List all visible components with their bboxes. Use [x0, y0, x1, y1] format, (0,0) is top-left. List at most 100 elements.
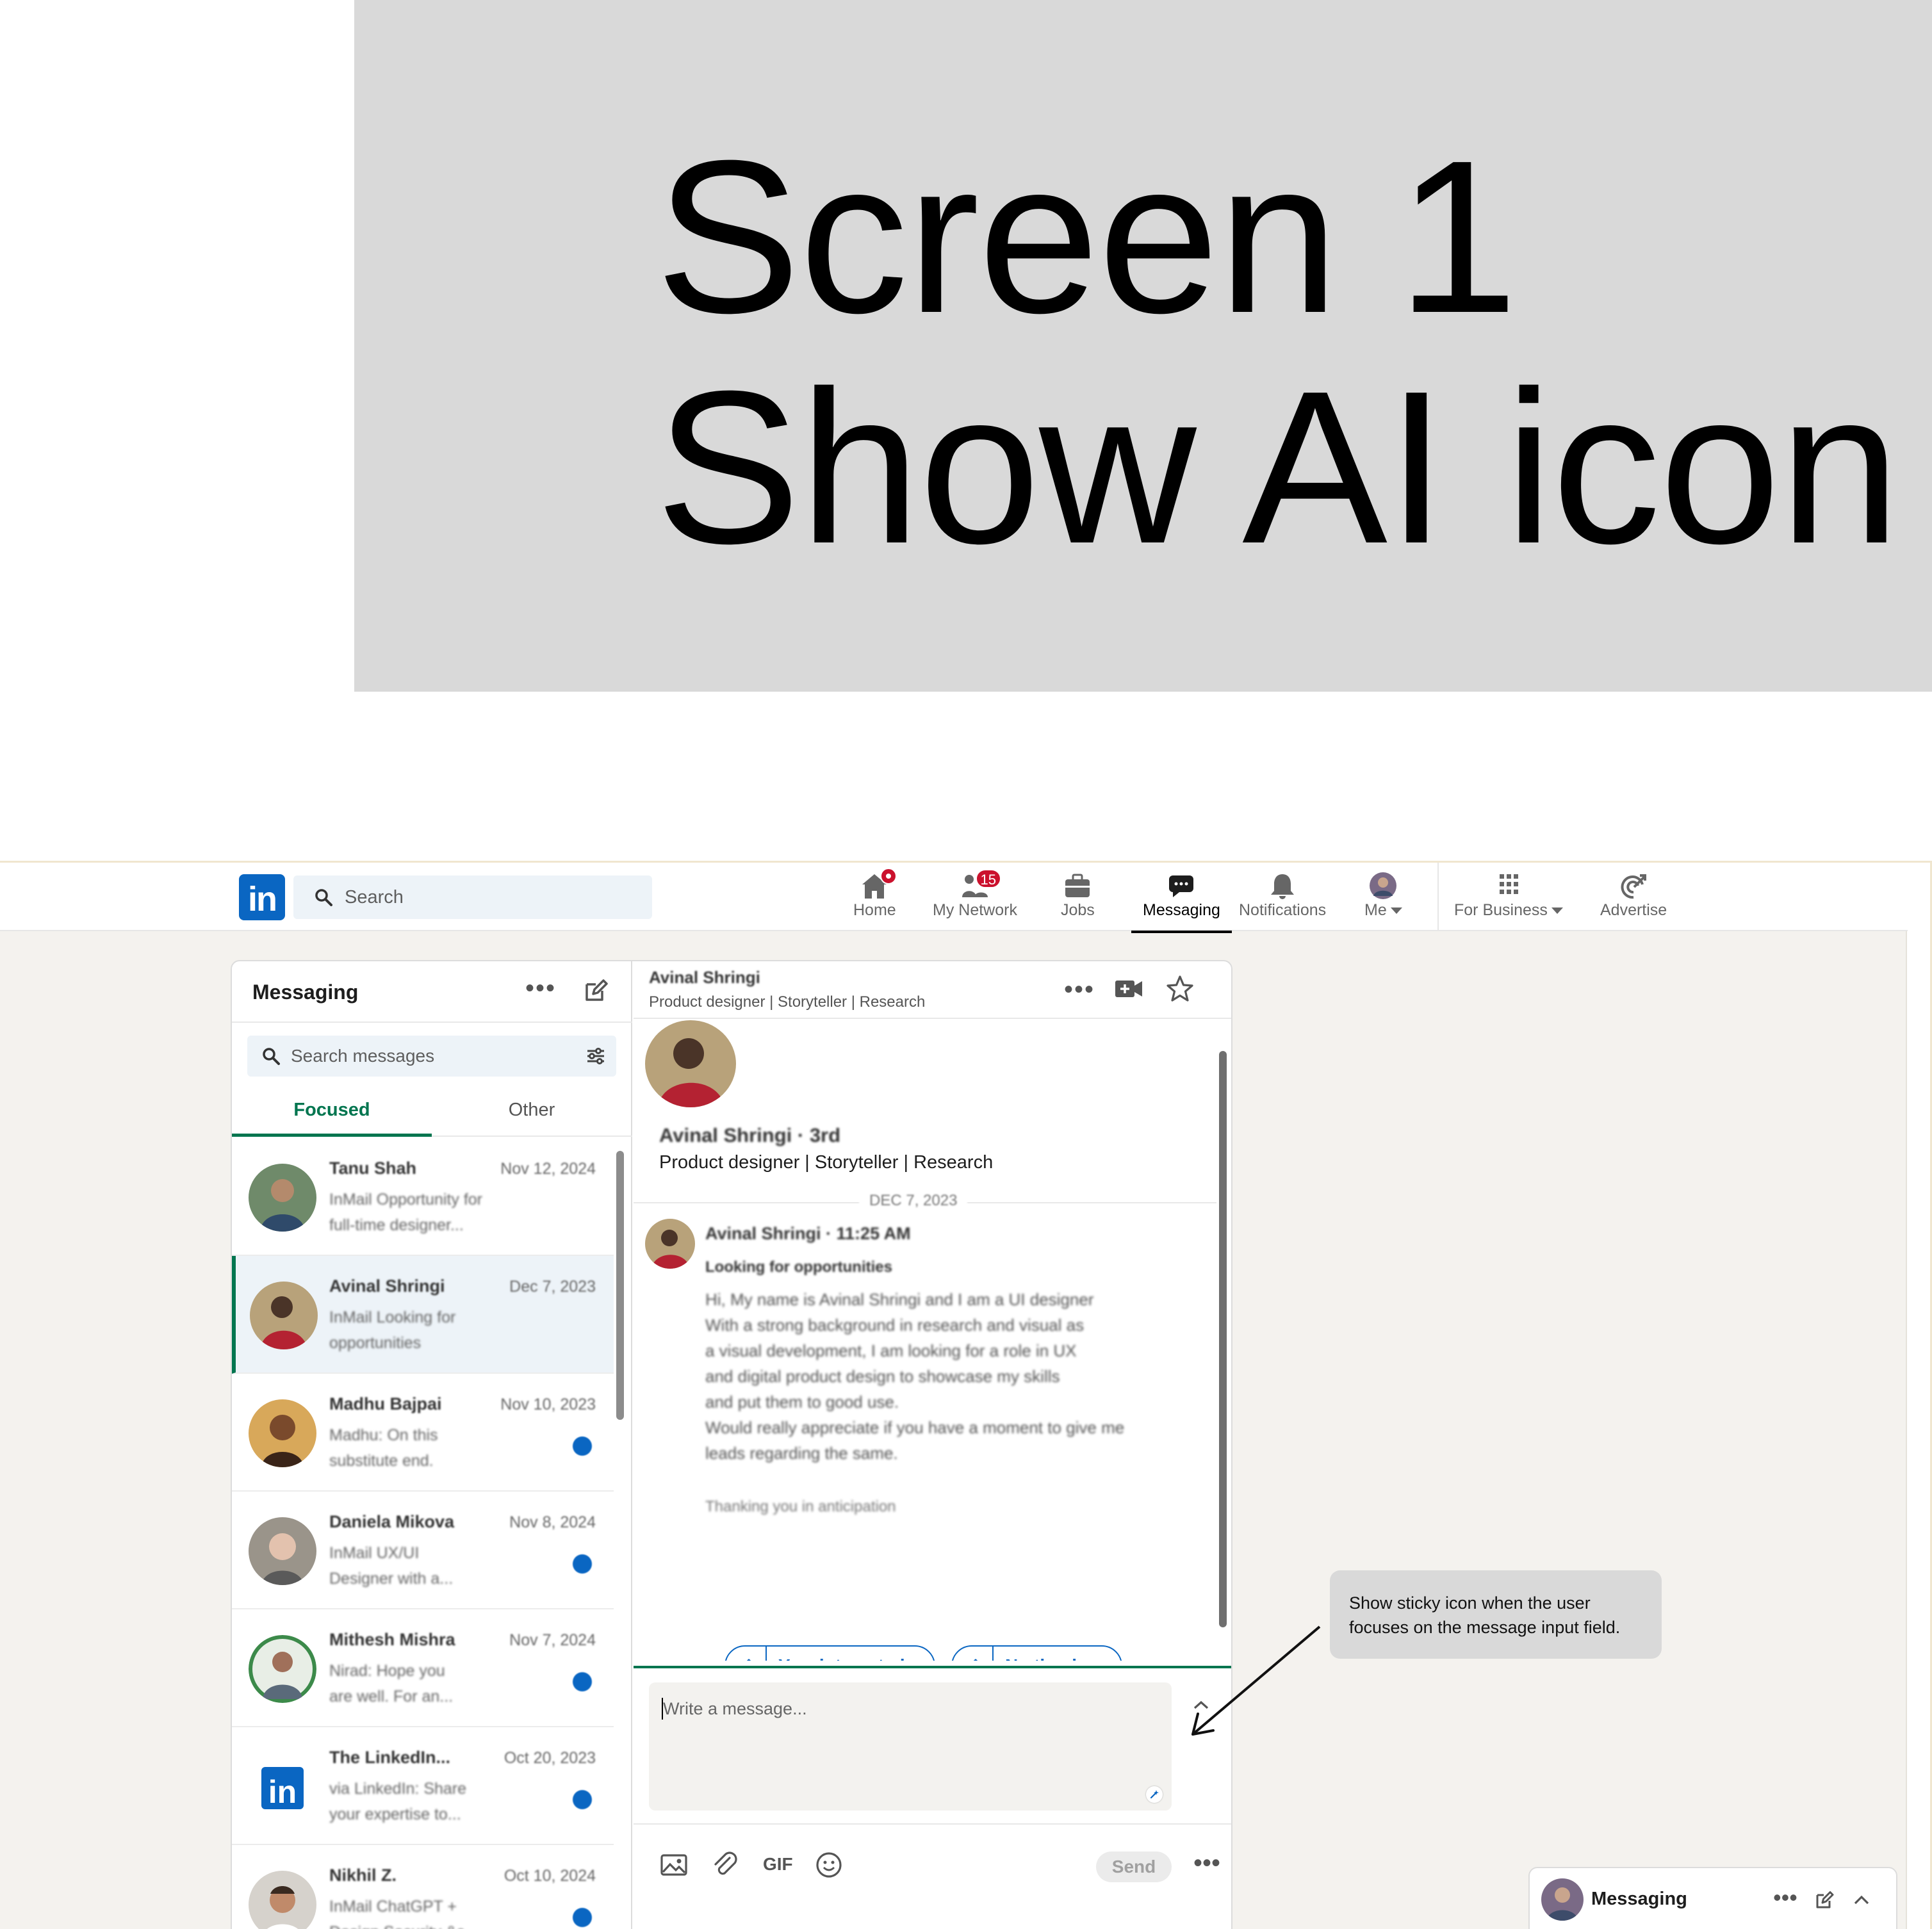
messaging-icon — [1167, 872, 1196, 900]
star-icon[interactable] — [1165, 974, 1195, 1004]
send-button[interactable]: Send — [1096, 1852, 1172, 1882]
nav-home[interactable]: Home — [853, 868, 897, 928]
smart-reply-yes-button[interactable]: Yes, interested... — [724, 1645, 935, 1661]
network-badge: 15 — [975, 869, 1001, 888]
nav-my-network-label: My Network — [933, 901, 1017, 919]
video-call-icon[interactable] — [1114, 974, 1143, 1004]
unread-badge — [573, 1672, 592, 1691]
app-frame: in Search Home 15 My Network Jobs Messag… — [0, 861, 1932, 1929]
message-signature: Thanking you in anticipation — [705, 1498, 896, 1515]
conversation-item[interactable]: in The LinkedIn... Oct 20, 2023 via Link… — [232, 1727, 614, 1845]
message-body: Hi, My name is Avinal Shringi and I am a… — [705, 1290, 1125, 1463]
filter-icon[interactable] — [585, 1046, 606, 1066]
unread-badge — [573, 1908, 592, 1927]
conversation-list-pane: Messaging ••• Search messages Focused Ot… — [232, 961, 632, 1929]
more-options-icon[interactable]: ••• — [1193, 1850, 1220, 1876]
unread-badge — [573, 1437, 592, 1456]
nav-jobs[interactable]: Jobs — [1061, 869, 1095, 928]
profile-name[interactable]: Avinal Shringi · 3rd — [659, 1124, 840, 1147]
nav-advertise-label: Advertise — [1600, 901, 1667, 919]
message-thread: Avinal Shringi · 3rd Product designer | … — [634, 1020, 1216, 1661]
chevron-up-icon[interactable] — [1851, 1890, 1872, 1910]
search-messages-placeholder: Search messages — [291, 1046, 435, 1066]
nav-messaging[interactable]: Messaging — [1131, 869, 1232, 933]
title-line-1: Screen 1 — [655, 115, 1518, 359]
svg-text:in: in — [268, 1774, 297, 1810]
conversation-item-selected[interactable]: Avinal Shringi Dec 7, 2023 InMail Lookin… — [232, 1256, 614, 1374]
title-card: Screen 1 Show AI icon — [354, 0, 1932, 692]
search-icon — [314, 888, 333, 907]
date-separator: DEC 7, 2023 — [634, 1189, 1216, 1215]
conversation-name: Daniela Mikova — [329, 1512, 455, 1531]
nav-advertise[interactable]: Advertise — [1600, 869, 1667, 928]
emoji-icon[interactable] — [814, 1850, 844, 1880]
briefcase-icon — [1063, 872, 1092, 900]
avatar — [1541, 1878, 1584, 1921]
conversation-name: Nikhil Z. — [329, 1866, 397, 1885]
unread-badge — [573, 1790, 592, 1809]
tab-other[interactable]: Other — [432, 1087, 632, 1137]
conversation-date: Dec 7, 2023 — [509, 1278, 596, 1296]
avatar[interactable] — [645, 1219, 695, 1269]
page-scrollbar[interactable] — [1906, 863, 1930, 1929]
avatar — [249, 1517, 316, 1585]
title-line-2: Show AI icon — [655, 346, 1901, 589]
nav-notifications[interactable]: Notifications — [1239, 869, 1326, 928]
linkedin-logo-icon: in — [255, 1761, 310, 1816]
smart-replies: Yes, interested... No thanks... — [634, 1645, 1216, 1661]
conversation-item[interactable]: Mithesh Mishra Nov 7, 2024 Nirad: Hope y… — [232, 1609, 614, 1727]
nav-me[interactable]: Me — [1364, 869, 1402, 928]
more-options-icon[interactable]: ••• — [1064, 977, 1095, 1002]
message-sender: Avinal Shringi · 11:25 AM — [705, 1224, 911, 1243]
compose-icon[interactable] — [583, 978, 609, 1004]
date-separator-text: DEC 7, 2023 — [859, 1192, 968, 1210]
conversation-header-subtitle: Product designer | Storyteller | Researc… — [649, 993, 926, 1011]
conversation-header-name[interactable]: Avinal Shringi — [649, 968, 760, 988]
messaging-dock[interactable]: Messaging ••• — [1528, 1867, 1897, 1929]
advertise-icon — [1619, 872, 1648, 900]
conversation-item[interactable]: Nikhil Z. Oct 10, 2024 InMail ChatGPT +D… — [232, 1845, 614, 1929]
home-icon — [860, 868, 897, 900]
thread-scrollbar[interactable] — [1219, 1051, 1227, 1627]
tab-focused[interactable]: Focused — [232, 1087, 432, 1137]
nav-messaging-label: Messaging — [1143, 901, 1220, 919]
me-avatar — [1368, 872, 1398, 900]
conversation-snippet: InMail Looking for opportunities — [329, 1308, 456, 1352]
conversation-name: The LinkedIn... — [329, 1748, 451, 1767]
nav-me-label: Me — [1364, 901, 1402, 920]
conversation-name: Avinal Shringi — [329, 1276, 445, 1296]
messaging-tabs: Focused Other — [232, 1087, 632, 1137]
messaging-dock-label: Messaging — [1591, 1889, 1687, 1909]
conversation-item[interactable]: Daniela Mikova Nov 8, 2024 InMail UX/UI D… — [232, 1492, 614, 1609]
conversation-name: Mithesh Mishra — [329, 1630, 455, 1649]
gif-button[interactable]: GIF — [763, 1854, 793, 1875]
avatar — [249, 1399, 316, 1467]
more-options-icon[interactable]: ••• — [525, 975, 556, 1001]
image-icon[interactable] — [659, 1850, 689, 1880]
compose-icon[interactable] — [1814, 1890, 1835, 1910]
message-composer: Write a message... GIF Send ••• — [634, 1666, 1231, 1929]
nav-jobs-label: Jobs — [1061, 901, 1095, 919]
paperclip-icon[interactable] — [710, 1850, 740, 1880]
grid-icon — [1494, 872, 1523, 900]
home-notification-dot — [880, 868, 897, 884]
ai-assist-icon[interactable] — [1146, 1786, 1163, 1803]
profile-avatar[interactable] — [645, 1020, 736, 1107]
conversation-snippet: Nirad: Hope you are well. For an... — [329, 1662, 454, 1705]
nav-my-network[interactable]: 15 My Network — [933, 869, 1017, 928]
nav-for-business[interactable]: For Business — [1454, 869, 1563, 928]
linkedin-logo[interactable]: in — [239, 874, 285, 920]
conversation-snippet: InMail ChatGPT +Design Security &c... — [329, 1898, 478, 1929]
nav-for-business-label: For Business — [1454, 901, 1563, 920]
global-search-input[interactable]: Search — [293, 875, 652, 919]
conversation-list-scrollbar[interactable] — [616, 1151, 624, 1420]
conversation-item[interactable]: Madhu Bajpai Nov 10, 2023 Madhu: On this… — [232, 1374, 614, 1492]
smart-reply-no-button[interactable]: No thanks... — [951, 1645, 1122, 1661]
avatar — [249, 1635, 316, 1703]
message-input[interactable]: Write a message... — [649, 1682, 1172, 1811]
more-options-icon[interactable]: ••• — [1773, 1886, 1797, 1909]
conversation-item[interactable]: Tanu Shah Nov 12, 2024 InMail Opportunit… — [232, 1138, 614, 1256]
avatar — [249, 1871, 316, 1929]
conversation-snippet: Madhu: On this substitute end. — [329, 1426, 438, 1470]
search-messages-input[interactable]: Search messages — [247, 1036, 616, 1077]
